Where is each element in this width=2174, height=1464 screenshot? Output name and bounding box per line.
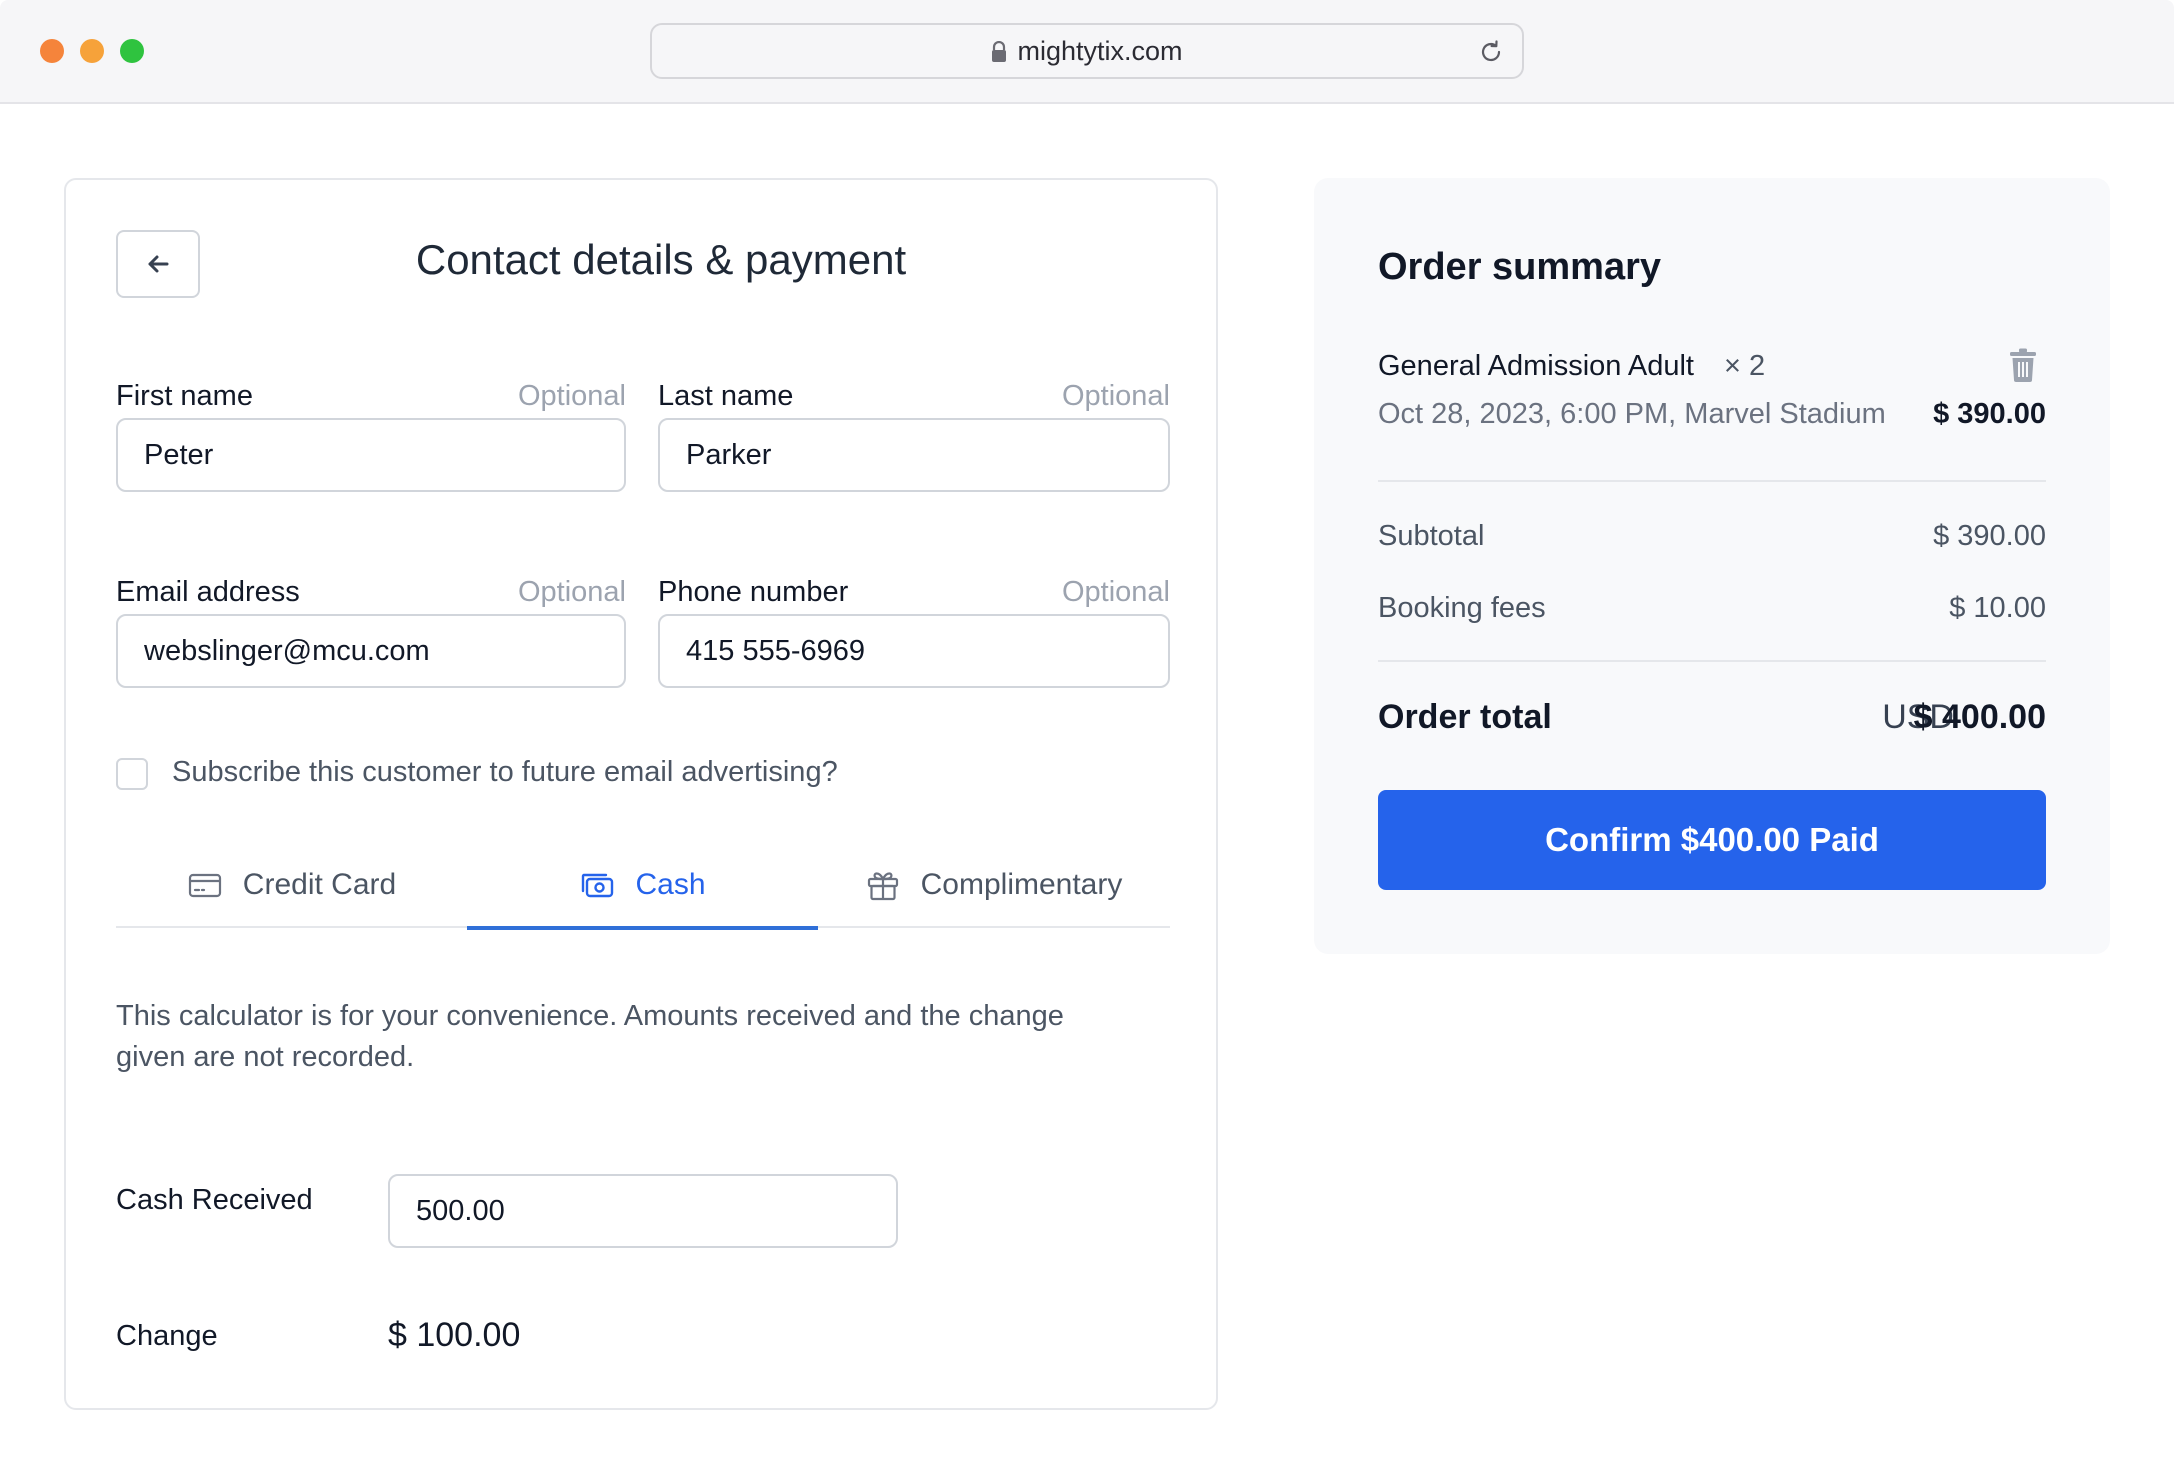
ticket-event-details: Oct 28, 2023, 6:00 PM, Marvel Stadium <box>1378 398 1886 430</box>
phone-optional: Optional <box>1061 576 1170 608</box>
cash-received-input[interactable] <box>388 1174 898 1248</box>
booking-fees-value: $ 10.00 <box>1949 592 2046 624</box>
last-name-label: Last name <box>658 380 794 412</box>
minimize-window-button[interactable] <box>80 39 104 63</box>
divider <box>1378 480 2046 482</box>
subscribe-label[interactable]: Subscribe this customer to future email … <box>172 756 838 789</box>
url-text: mightytix.com <box>1017 35 1183 66</box>
browser-toolbar: mightytix.com <box>0 0 2174 104</box>
ticket-price: $ 390.00 <box>1933 398 2046 430</box>
credit-card-icon <box>188 873 221 898</box>
order-summary-title: Order summary <box>1378 246 1662 288</box>
tab-credit-card[interactable]: Credit Card <box>116 842 467 928</box>
tab-cash-label: Cash <box>635 868 706 901</box>
phone-input[interactable] <box>658 614 1170 688</box>
payment-method-tabs: Credit Card Cash Complimentary <box>116 842 1170 930</box>
calculator-note: This calculator is for your convenience.… <box>116 1000 1064 1073</box>
subtotal-value: $ 390.00 <box>1933 520 2046 552</box>
subtotal-label: Subtotal <box>1378 520 1485 552</box>
subscribe-checkbox[interactable] <box>116 758 148 790</box>
phone-label: Phone number <box>658 576 849 608</box>
cash-icon <box>582 873 614 898</box>
first-name-label: First name <box>116 380 253 412</box>
trash-icon[interactable] <box>2008 348 2038 382</box>
order-summary-panel: Order summary General Admission Adult × … <box>1314 178 2110 954</box>
email-optional: Optional <box>517 576 626 608</box>
lock-icon <box>992 41 1007 62</box>
gift-icon <box>867 872 898 901</box>
confirm-paid-button[interactable]: Confirm $400.00 Paid <box>1378 790 2046 890</box>
page-title: Contact details & payment <box>415 236 907 283</box>
divider <box>1378 660 2046 662</box>
address-bar[interactable]: mightytix.com <box>650 23 1524 79</box>
maximize-window-button[interactable] <box>120 39 144 63</box>
order-total-value: $ 400.00 <box>1913 698 2046 736</box>
first-name-input[interactable] <box>116 418 626 492</box>
cash-received-label: Cash Received <box>116 1184 313 1216</box>
change-label: Change <box>116 1320 218 1352</box>
reload-icon[interactable] <box>1478 39 1504 65</box>
last-name-input[interactable] <box>658 418 1170 492</box>
tab-credit-card-label: Credit Card <box>242 868 397 901</box>
email-input[interactable] <box>116 614 626 688</box>
ticket-quantity: × 2 <box>1724 350 1766 382</box>
ticket-name: General Admission Adult <box>1378 350 1694 382</box>
email-label: Email address <box>116 576 300 608</box>
close-window-button[interactable] <box>40 39 64 63</box>
contact-payment-card: Contact details & payment First name Opt… <box>64 178 1218 1410</box>
first-name-optional: Optional <box>517 380 626 412</box>
order-total-label: Order total <box>1378 698 1552 736</box>
booking-fees-label: Booking fees <box>1378 592 1546 624</box>
tab-complimentary-label: Complimentary <box>920 868 1123 901</box>
last-name-optional: Optional <box>1061 380 1170 412</box>
change-value: $ 100.00 <box>388 1316 521 1354</box>
tab-complimentary[interactable]: Complimentary <box>818 842 1169 928</box>
tab-cash[interactable]: Cash <box>467 842 818 930</box>
